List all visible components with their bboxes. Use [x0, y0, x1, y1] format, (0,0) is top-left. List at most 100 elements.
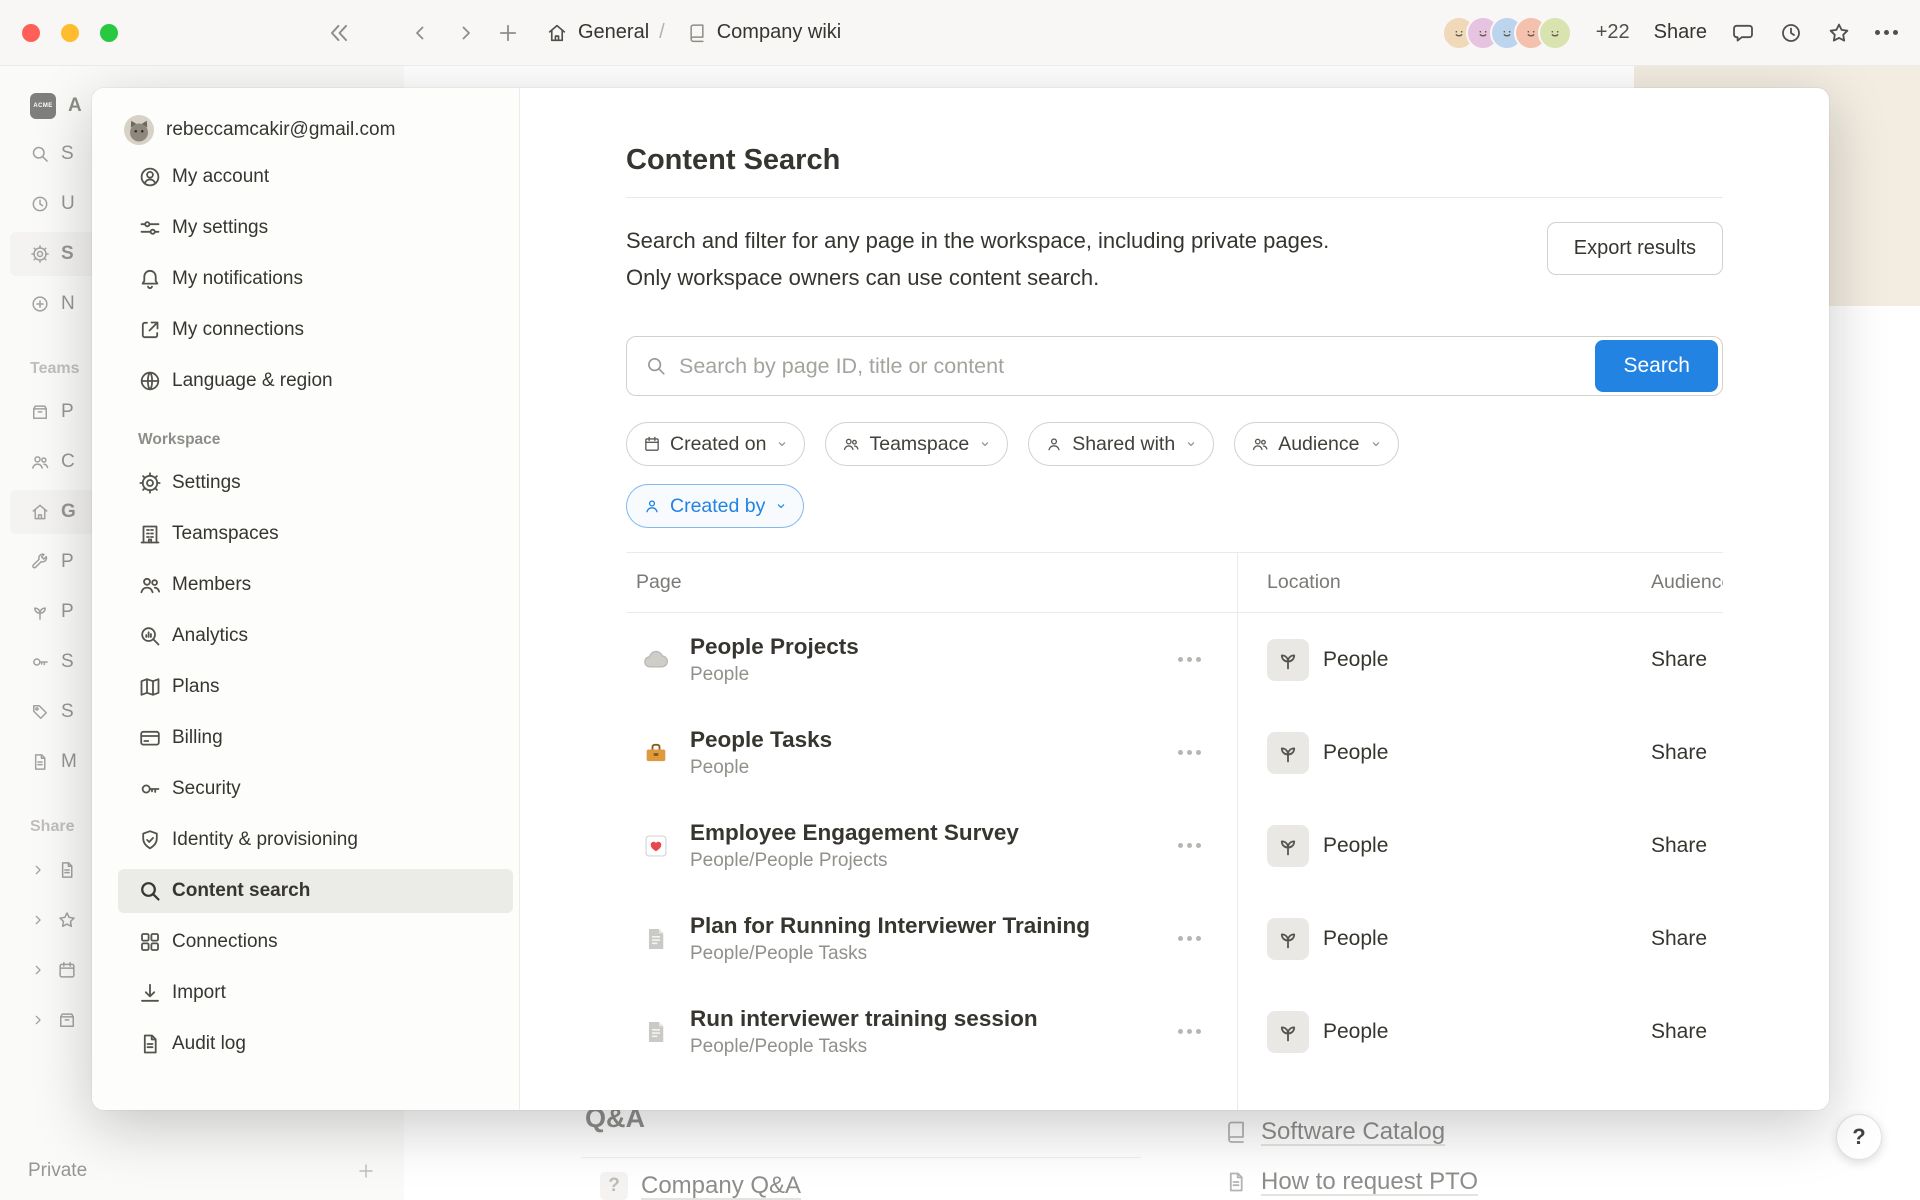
table-row[interactable]: Plan for Running Interviewer Training Pe…: [626, 892, 1723, 985]
toolbox-icon: [636, 739, 676, 767]
comments-icon[interactable]: [1731, 21, 1755, 45]
page-path-cell: People/People Tasks: [690, 1036, 1172, 1058]
settings-nav-analytics[interactable]: Analytics: [118, 614, 513, 658]
nav-item-label: Identity & provisioning: [172, 829, 358, 851]
audience-cell: Share: [1651, 741, 1723, 765]
traffic-lights: [22, 24, 118, 42]
nav-item-label: Import: [172, 982, 226, 1004]
chevron-down-icon: [1369, 437, 1383, 451]
settings-nav-members[interactable]: Members: [118, 563, 513, 607]
row-more-icon[interactable]: [1172, 651, 1207, 668]
breadcrumb-page[interactable]: Company wiki: [717, 21, 841, 44]
nav-item-label: My settings: [172, 217, 268, 239]
settings-nav-content-search[interactable]: Content search: [118, 869, 513, 913]
page-path-cell: People: [690, 664, 1172, 686]
table-row[interactable]: Run interviewer training session People/…: [626, 985, 1723, 1078]
zoom-window-button[interactable]: [100, 24, 118, 42]
row-more-icon[interactable]: [1172, 1023, 1207, 1040]
page-title: Content Search: [626, 144, 1723, 177]
search-input[interactable]: [679, 354, 1595, 379]
filter-label: Created on: [670, 433, 766, 456]
row-more-icon[interactable]: [1172, 930, 1207, 947]
content-search-bar: Search: [626, 336, 1723, 396]
breadcrumb-separator: /: [659, 21, 665, 44]
chevron-down-icon: [774, 499, 788, 513]
new-tab-icon[interactable]: [496, 21, 520, 45]
account-avatar: [124, 115, 154, 145]
location-cell: People: [1323, 834, 1388, 858]
location-cell: People: [1323, 648, 1388, 672]
help-button[interactable]: ?: [1836, 1114, 1882, 1160]
column-header-page: Page: [626, 571, 1237, 594]
account-row[interactable]: rebeccamcakir@gmail.com: [118, 114, 513, 146]
filter-created-by-active[interactable]: Created by: [626, 484, 804, 528]
avatar[interactable]: [1538, 16, 1572, 50]
teamspace-icon: [1267, 1011, 1309, 1053]
updates-clock-icon[interactable]: [1779, 21, 1803, 45]
more-options-icon[interactable]: [1875, 30, 1898, 35]
row-more-icon[interactable]: [1172, 837, 1207, 854]
forward-icon[interactable]: [454, 21, 478, 45]
settings-nav-import[interactable]: Import: [118, 971, 513, 1015]
settings-nav-my-connections[interactable]: My connections: [118, 308, 513, 352]
export-results-button[interactable]: Export results: [1547, 222, 1723, 275]
account-email: rebeccamcakir@gmail.com: [166, 119, 395, 141]
page-title-cell: Run interviewer training session: [690, 1006, 1172, 1032]
search-icon: [645, 355, 667, 377]
teamspace-icon: [1267, 639, 1309, 681]
location-cell: People: [1323, 927, 1388, 951]
settings-nav-plans[interactable]: Plans: [118, 665, 513, 709]
settings-modal: rebeccamcakir@gmail.com My account My se…: [92, 88, 1829, 1110]
nav-item-label: Analytics: [172, 625, 248, 647]
page-path-cell: People/People Tasks: [690, 943, 1172, 965]
settings-nav-language-region[interactable]: Language & region: [118, 359, 513, 403]
content-search-panel: Content Search Search and filter for any…: [520, 88, 1829, 1110]
filter-label: Teamspace: [869, 433, 969, 456]
settings-nav-audit-log[interactable]: Audit log: [118, 1022, 513, 1066]
share-button[interactable]: Share: [1654, 21, 1707, 44]
audience-cell: Share: [1651, 927, 1723, 951]
close-window-button[interactable]: [22, 24, 40, 42]
settings-nav-teamspaces[interactable]: Teamspaces: [118, 512, 513, 556]
nav-item-label: Content search: [172, 880, 310, 902]
breadcrumb-team[interactable]: General: [578, 21, 649, 44]
heart-card-icon: [636, 832, 676, 860]
settings-nav-identity-provisioning[interactable]: Identity & provisioning: [118, 818, 513, 862]
avatar-overflow-count[interactable]: +22: [1596, 21, 1630, 44]
settings-nav-billing[interactable]: Billing: [118, 716, 513, 760]
table-row[interactable]: Employee Engagement Survey People/People…: [626, 799, 1723, 892]
search-button[interactable]: Search: [1595, 340, 1718, 392]
settings-nav-security[interactable]: Security: [118, 767, 513, 811]
back-icon[interactable]: [408, 21, 432, 45]
settings-nav-workspace-header: Workspace: [138, 431, 513, 449]
table-row[interactable]: People Tasks People People Share: [626, 706, 1723, 799]
table-row[interactable]: People Projects People People Share: [626, 613, 1723, 706]
audience-cell: Share: [1651, 648, 1723, 672]
settings-nav-settings[interactable]: Settings: [118, 461, 513, 505]
row-more-icon[interactable]: [1172, 744, 1207, 761]
description-line: Search and filter for any page in the wo…: [626, 222, 1329, 259]
filter-teamspace[interactable]: Teamspace: [825, 422, 1008, 466]
settings-nav-my-notifications[interactable]: My notifications: [118, 257, 513, 301]
people-icon: [1251, 435, 1269, 453]
location-cell: People: [1323, 1020, 1388, 1044]
nav-item-label: Language & region: [172, 370, 333, 392]
settings-nav: rebeccamcakir@gmail.com My account My se…: [92, 88, 520, 1110]
favorite-star-icon[interactable]: [1827, 21, 1851, 45]
filter-created-on[interactable]: Created on: [626, 422, 805, 466]
chevron-down-icon: [775, 437, 789, 451]
description: Search and filter for any page in the wo…: [626, 222, 1329, 296]
filter-audience[interactable]: Audience: [1234, 422, 1398, 466]
settings-nav-my-account[interactable]: My account: [118, 155, 513, 199]
filter-label: Shared with: [1072, 433, 1175, 456]
filter-shared-with[interactable]: Shared with: [1028, 422, 1214, 466]
teamspace-icon: [1267, 732, 1309, 774]
column-header-location: Location: [1237, 571, 1651, 594]
minimize-window-button[interactable]: [61, 24, 79, 42]
filter-row: Created on Teamspace Shared with Audienc…: [626, 422, 1723, 466]
table-header: Page Location Audience: [626, 553, 1723, 613]
nav-item-label: Teamspaces: [172, 523, 279, 545]
collapse-sidebar-icon[interactable]: [326, 20, 352, 46]
settings-nav-my-settings[interactable]: My settings: [118, 206, 513, 250]
settings-nav-connections[interactable]: Connections: [118, 920, 513, 964]
